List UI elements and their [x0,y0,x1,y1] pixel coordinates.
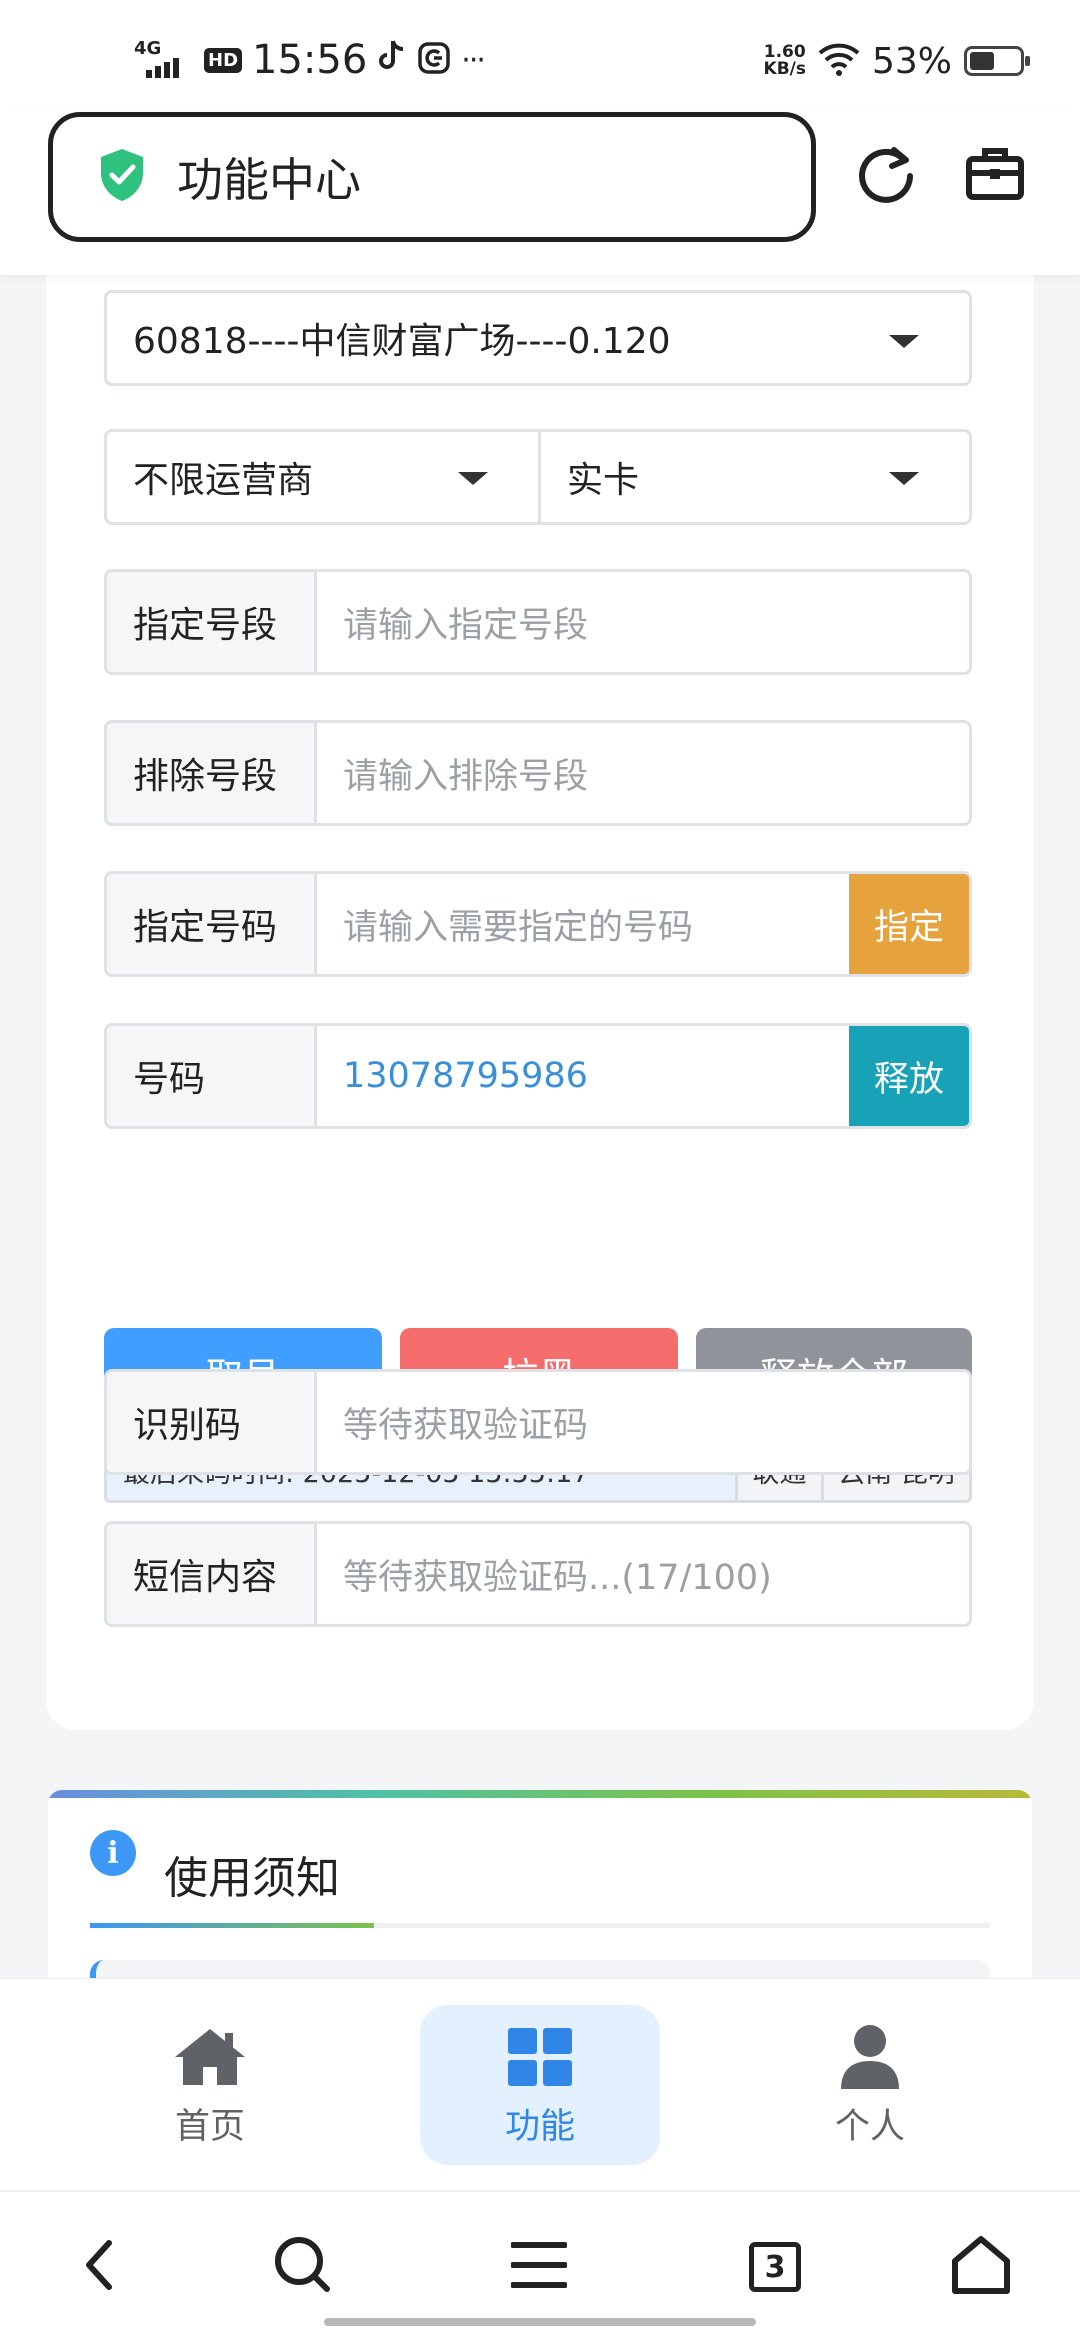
bottom-nav: 首页 功能 个人 [0,1978,1080,2190]
carrier-select[interactable]: 不限运营商 [104,429,541,525]
card-type-select[interactable]: 实卡 [538,429,972,525]
assign-number-group: 指定号码 请输入需要指定的号码 指定 [104,871,972,977]
tab-profile[interactable]: 个人 [750,2005,990,2165]
code-label: 识别码 [107,1372,317,1472]
toolbox-button[interactable] [960,140,1030,210]
network-speed: 1.60 KB/s [763,42,806,79]
tab-profile-label: 个人 [834,2106,905,2147]
code-group: 识别码 等待获取验证码 [104,1369,972,1475]
person-icon [839,2022,901,2092]
carrier-select-value: 不限运营商 [133,460,314,501]
menu-button[interactable] [504,2232,574,2302]
wifi-icon [818,42,860,80]
sms-field: 等待获取验证码...(17/100) [343,1557,772,1598]
back-button[interactable] [64,2232,134,2302]
search-icon [273,2235,333,2299]
exclude-segment-label: 排除号段 [107,723,317,823]
info-icon: i [90,1830,136,1876]
exclude-segment-input[interactable]: 请输入排除号段 [317,723,969,823]
tab-home-label: 首页 [174,2106,245,2147]
cellular-signal-icon: 4G [134,40,194,80]
project-select-value: 60818----中信财富广场----0.120 [133,321,671,362]
status-time: 15:56 [252,37,368,83]
shield-check-icon [97,147,147,207]
menu-icon [510,2240,568,2294]
release-button[interactable]: 释放 [849,1026,969,1126]
sms-label: 短信内容 [107,1524,317,1624]
refresh-button[interactable] [852,140,922,210]
number-value[interactable]: 13078795986 [317,1026,849,1126]
number-group: 号码 13078795986 释放 [104,1023,972,1129]
tab-function[interactable]: 功能 [420,2005,660,2165]
system-navigation-bar: 3 [0,2190,1080,2340]
assign-number-input[interactable]: 请输入需要指定的号码 [317,874,849,974]
more-notifications-icon: ··· [461,42,486,78]
sms-group: 短信内容 等待获取验证码...(17/100) [104,1521,972,1627]
chevron-down-icon [889,472,919,485]
app-header: 功能中心 [0,110,1080,275]
gradient-top-bar [48,1790,1032,1798]
tabs-button[interactable]: 3 [740,2232,810,2302]
code-field: 等待获取验证码 [343,1405,589,1446]
back-arrow-icon [79,2237,119,2297]
home-indicator[interactable] [324,2318,756,2326]
search-button[interactable] [268,2232,338,2302]
status-bar: 4G HD 15:56 ··· 1.60 KB/s 53% [0,0,1080,110]
function-card: 60818----中信财富广场----0.120 不限运营商 实卡 指定号段 请… [46,180,1034,1730]
app-notification-icon [417,41,451,79]
tab-home[interactable]: 首页 [90,2005,330,2165]
page-title: 功能中心 [177,153,361,207]
tiktok-icon [377,39,407,82]
briefcase-icon [965,145,1025,205]
notice-title: 使用须知 [164,1853,340,1904]
assign-button[interactable]: 指定 [849,874,969,974]
card-type-select-value: 实卡 [567,460,640,501]
chevron-down-icon [458,472,488,485]
number-label: 号码 [107,1026,317,1126]
home-button[interactable] [946,2232,1016,2302]
battery-percent: 53% [871,40,952,82]
battery-icon [964,46,1030,76]
usage-notice-card: i 使用须知 [48,1790,1032,2010]
hd-badge: HD [204,47,243,73]
assign-segment-group: 指定号段 请输入指定号段 [104,569,972,675]
notice-divider [90,1923,990,1928]
page-title-bar: 功能中心 [48,112,816,242]
exclude-segment-group: 排除号段 请输入排除号段 [104,720,972,826]
grid-icon [506,2022,574,2092]
chevron-down-icon [889,335,919,348]
house-outline-icon [951,2235,1011,2299]
tabs-count-icon: 3 [749,2242,801,2292]
assign-segment-label: 指定号段 [107,572,317,672]
home-icon [171,2022,249,2092]
assign-segment-input[interactable]: 请输入指定号段 [317,572,969,672]
refresh-icon [856,142,918,208]
assign-number-label: 指定号码 [107,874,317,974]
project-select[interactable]: 60818----中信财富广场----0.120 [104,290,972,386]
tab-function-label: 功能 [504,2106,575,2147]
